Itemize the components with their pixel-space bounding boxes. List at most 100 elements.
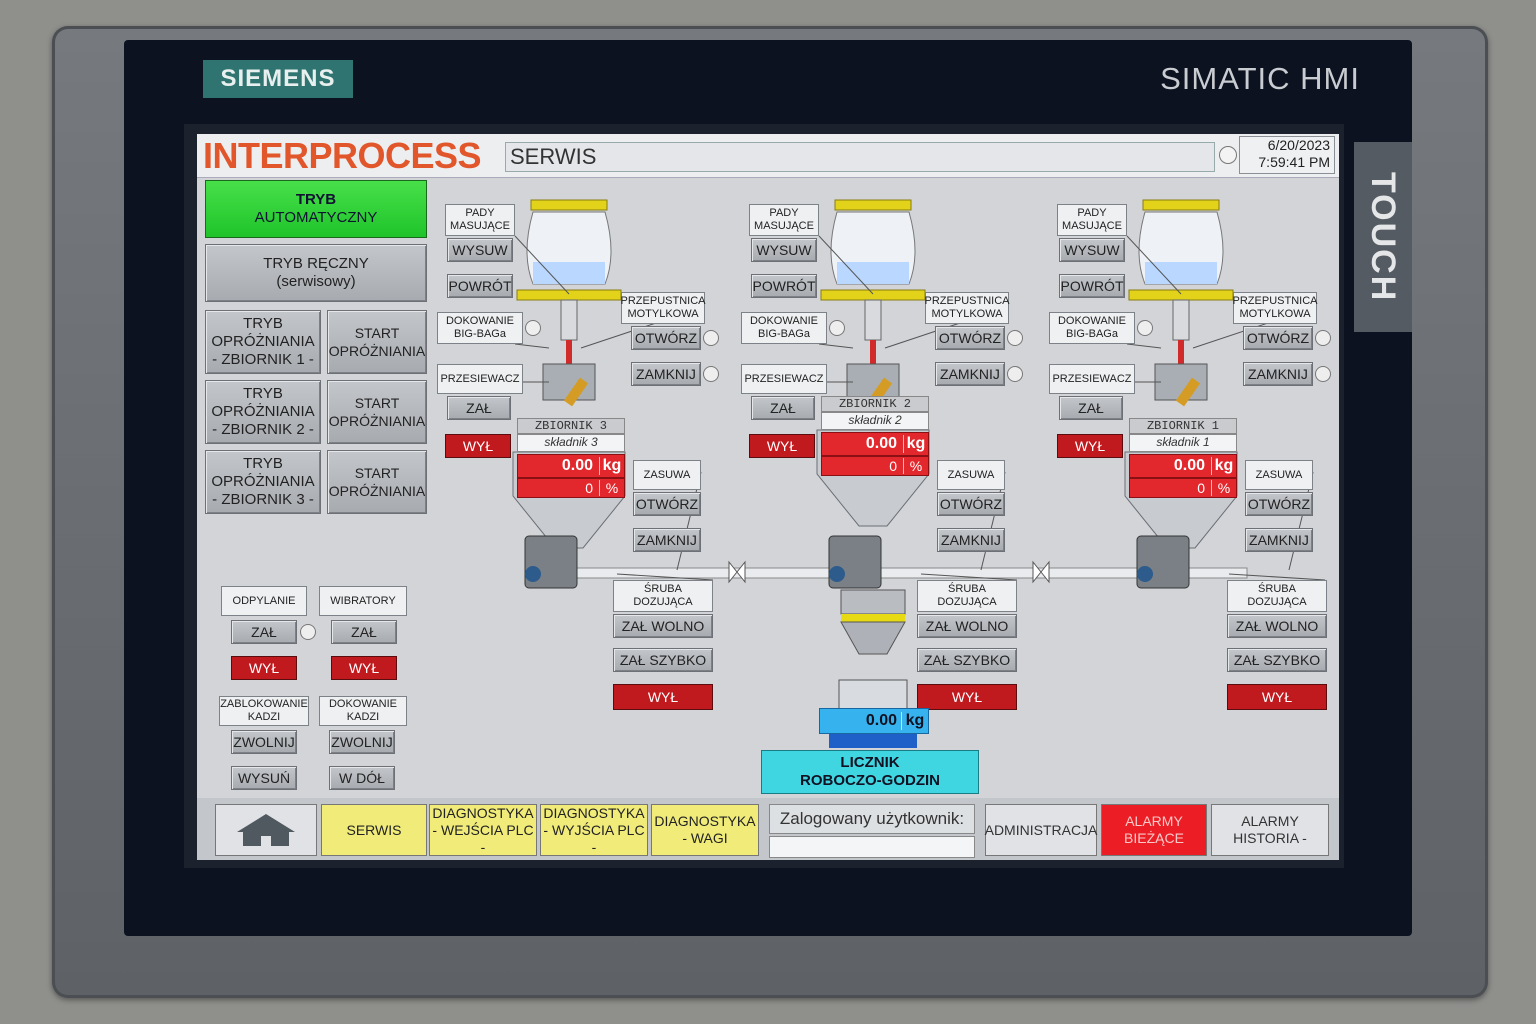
tank1-percent-unit: % bbox=[1211, 480, 1236, 496]
tank2-title: ZBIORNIK 2 bbox=[821, 396, 929, 412]
tank1-docking-line1: DOKOWANIE bbox=[1057, 315, 1127, 327]
tank3-valve-close-button[interactable]: ZAMKNIJ bbox=[631, 362, 701, 386]
home-button[interactable] bbox=[215, 804, 317, 856]
tank1-docking-line2: BIG-BAGa bbox=[1066, 328, 1118, 340]
user-field bbox=[769, 836, 975, 858]
tank1-bag-frame bbox=[1142, 199, 1220, 211]
nav-diag-scale[interactable]: DIAGNOSTYKA - WAGI bbox=[651, 804, 759, 856]
scale-base bbox=[829, 734, 917, 748]
tank1-wysuw-button[interactable]: WYSUW bbox=[1059, 238, 1125, 262]
tank1-gate-label: ZASUWA bbox=[1245, 460, 1313, 490]
tank3-screw-off-button[interactable]: WYŁ bbox=[613, 684, 713, 710]
tank3-wysuw-button[interactable]: WYSUW bbox=[447, 238, 513, 262]
tank1-powrot-button[interactable]: POWRÓT bbox=[1059, 274, 1125, 298]
tank3-valve-open-lamp-icon bbox=[703, 330, 719, 346]
tank3-pady-line2: MASUJĄCE bbox=[450, 220, 510, 232]
tank1-gate-close-button[interactable]: ZAMKNIJ bbox=[1245, 528, 1313, 552]
tank2-weight-value: 0.00 bbox=[865, 435, 897, 452]
tank2-powrot-button[interactable]: POWRÓT bbox=[751, 274, 817, 298]
tank2-docking-label: DOKOWANIE BIG-BAGa bbox=[741, 312, 827, 344]
tank1-sieve-on-button[interactable]: ZAŁ bbox=[1059, 396, 1123, 420]
nav-alarms-current[interactable]: ALARMY BIEŻĄCE bbox=[1101, 804, 1207, 856]
tank1-sieve-label: PRZESIEWACZ bbox=[1049, 364, 1135, 394]
tank3-valve-close-lamp-icon bbox=[703, 366, 719, 382]
counter-line2: ROBOCZO-GODZIN bbox=[800, 772, 940, 789]
tank1-screw-slow-button[interactable]: ZAŁ WOLNO bbox=[1227, 614, 1327, 638]
tank3-screw-line1: ŚRUBA bbox=[644, 583, 682, 595]
tank2-bag-contents bbox=[837, 262, 909, 284]
tank2-sieve-off-button[interactable]: WYŁ bbox=[749, 434, 815, 458]
tank2-valve-indicator bbox=[870, 340, 876, 364]
tank1-gate-open-button[interactable]: OTWÓRZ bbox=[1245, 492, 1313, 516]
tank2-sieve-on-button[interactable]: ZAŁ bbox=[751, 396, 815, 420]
tank3-ingredient: składnik 3 bbox=[517, 434, 625, 452]
tank3-screw-slow-button[interactable]: ZAŁ WOLNO bbox=[613, 614, 713, 638]
tank1-valve-open-lamp-icon bbox=[1315, 330, 1331, 346]
model-label: SIMATIC HMI bbox=[1160, 61, 1360, 96]
tank3-valve-open-button[interactable]: OTWÓRZ bbox=[631, 326, 701, 350]
alarms-history-l2: HISTORIA - bbox=[1233, 830, 1307, 846]
tank2-docking-line1: DOKOWANIE bbox=[749, 315, 819, 327]
scale-hopper-band bbox=[841, 614, 905, 622]
tank2-gate-close-button[interactable]: ZAMKNIJ bbox=[937, 528, 1005, 552]
tank1-pady-label: PADY MASUJĄCE bbox=[1057, 204, 1127, 236]
leader-line-1-1 bbox=[514, 343, 550, 349]
tank1-screw-off-button[interactable]: WYŁ bbox=[1227, 684, 1327, 710]
tank3-sieve-on-button[interactable]: ZAŁ bbox=[447, 396, 511, 420]
tank3-gate-open-button[interactable]: OTWÓRZ bbox=[633, 492, 701, 516]
tank2-weight-unit: kg bbox=[903, 435, 928, 453]
tank3-screw-fast-button[interactable]: ZAŁ SZYBKO bbox=[613, 648, 713, 672]
tank1-valve-close-button[interactable]: ZAMKNIJ bbox=[1243, 362, 1313, 386]
tank3-title: ZBIORNIK 3 bbox=[517, 418, 625, 434]
tank3-docking-line2: BIG-BAGa bbox=[454, 328, 506, 340]
tank1-valve-indicator bbox=[1178, 340, 1184, 364]
tank2-wysuw-button[interactable]: WYSUW bbox=[751, 238, 817, 262]
tank2-screw-off-button[interactable]: WYŁ bbox=[917, 684, 1017, 710]
tank3-docking-line1: DOKOWANIE bbox=[445, 315, 515, 327]
nav-admin[interactable]: ADMINISTRACJA bbox=[985, 804, 1097, 856]
nav-serwis[interactable]: SERWIS bbox=[321, 804, 427, 856]
tank2-screw-line2: DOZUJĄCA bbox=[937, 596, 997, 608]
nav-diag-inputs[interactable]: DIAGNOSTYKA - WEJŚCIA PLC - bbox=[429, 804, 537, 856]
tank3-percent-value: 0 bbox=[585, 480, 593, 496]
user-box: Zalogowany użytkownik: bbox=[769, 804, 975, 858]
tank1-percent-display: 0% bbox=[1129, 478, 1237, 498]
hours-counter-button[interactable]: LICZNIK ROBOCZO-GODZIN bbox=[761, 750, 979, 794]
alarms-current-l1: ALARMY bbox=[1125, 813, 1183, 829]
tank1-valve-line2: MOTYLKOWA bbox=[1239, 308, 1311, 320]
diag-out-l1: DIAGNOSTYKA bbox=[543, 804, 645, 821]
tank2-valve-open-button[interactable]: OTWÓRZ bbox=[935, 326, 1005, 350]
tank3-valve-indicator bbox=[566, 340, 572, 364]
tank2-percent-unit: % bbox=[903, 458, 928, 474]
tank1-screw-fast-button[interactable]: ZAŁ SZYBKO bbox=[1227, 648, 1327, 672]
tank1-sieve-off-button[interactable]: WYŁ bbox=[1057, 434, 1123, 458]
tank3-pipe-valve bbox=[728, 560, 746, 584]
tank1-docking-label: DOKOWANIE BIG-BAGa bbox=[1049, 312, 1135, 344]
alarms-current-l2: BIEŻĄCE bbox=[1124, 830, 1184, 846]
tank3-powrot-button[interactable]: POWRÓT bbox=[447, 274, 513, 298]
tank2-screw-fast-button[interactable]: ZAŁ SZYBKO bbox=[917, 648, 1017, 672]
tank2-bag-frame bbox=[834, 199, 912, 211]
nav-diag-outputs[interactable]: DIAGNOSTYKA - WYJŚCIA PLC - bbox=[540, 804, 648, 856]
tank1-percent-value: 0 bbox=[1197, 480, 1205, 496]
tank2-valve-close-lamp-icon bbox=[1007, 366, 1023, 382]
tank3-chute bbox=[560, 299, 578, 341]
tank1-valve-open-button[interactable]: OTWÓRZ bbox=[1243, 326, 1313, 350]
diag-scale-l1: DIAGNOSTYKA bbox=[654, 813, 756, 829]
tank1-screw-label: ŚRUBA DOZUJĄCA bbox=[1227, 580, 1327, 612]
tank2-valve-close-button[interactable]: ZAMKNIJ bbox=[935, 362, 1005, 386]
tank2-valve-line1: PRZEPUSTNICA bbox=[924, 295, 1010, 307]
tank3-weight-display: 0.00 kg bbox=[517, 454, 625, 478]
nav-alarms-history[interactable]: ALARMY HISTORIA - bbox=[1211, 804, 1329, 856]
tank3-screw-motor-cap bbox=[525, 566, 541, 582]
tank2-screw-motor-cap bbox=[829, 566, 845, 582]
tank2-valve-open-lamp-icon bbox=[1007, 330, 1023, 346]
leader-line-1-3 bbox=[1126, 343, 1162, 349]
tank3-bag-frame bbox=[530, 199, 608, 211]
tank3-sieve-off-button[interactable]: WYŁ bbox=[445, 434, 511, 458]
tank2-screw-slow-button[interactable]: ZAŁ WOLNO bbox=[917, 614, 1017, 638]
tank2-gate-open-button[interactable]: OTWÓRZ bbox=[937, 492, 1005, 516]
tank1-screw-line2: DOZUJĄCA bbox=[1247, 596, 1307, 608]
alarms-history-l1: ALARMY bbox=[1241, 813, 1299, 829]
tank3-gate-close-button[interactable]: ZAMKNIJ bbox=[633, 528, 701, 552]
